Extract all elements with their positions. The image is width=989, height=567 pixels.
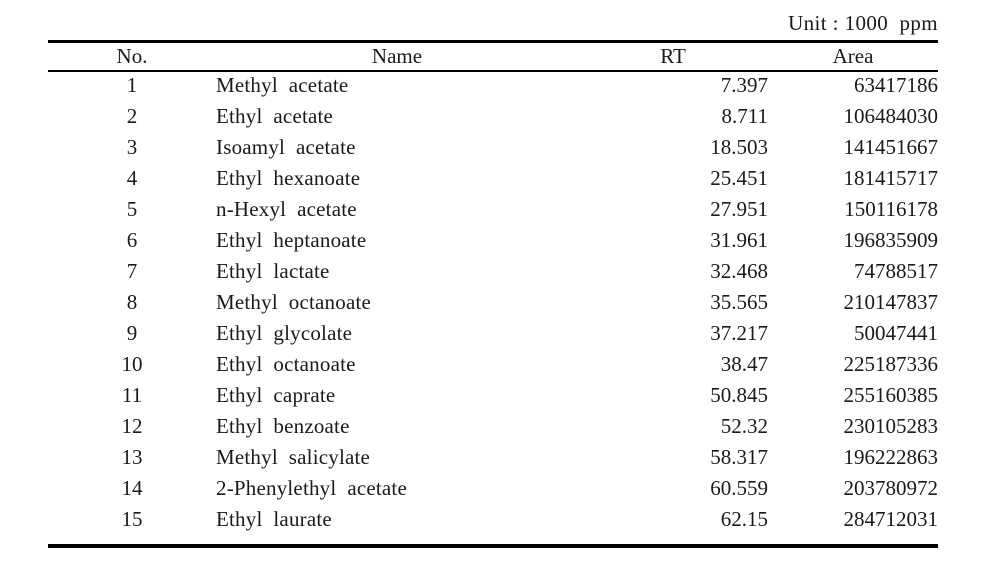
column-header-rt: RT <box>660 44 686 68</box>
cell-name: Ethyl benzoate <box>216 414 350 438</box>
cell-rt: 37.217 <box>710 321 768 345</box>
cell-no: 7 <box>126 259 138 283</box>
table-row: 5 n-Hexyl acetate 27.951 150116178 <box>48 194 938 225</box>
cell-no: 13 <box>121 445 143 469</box>
table-row: 8 Methyl octanoate 35.565 210147837 <box>48 287 938 318</box>
unit-note: Unit : 1000 ppm <box>788 11 938 35</box>
cell-rt: 25.451 <box>710 166 768 190</box>
table-row: 13 Methyl salicylate 58.317 196222863 <box>48 442 939 473</box>
cell-area: 150116178 <box>844 197 938 221</box>
cell-rt: 52.32 <box>720 414 768 438</box>
column-header-area: Area <box>832 44 874 68</box>
table-row: 2 Ethyl acetate 8.711 106484030 <box>48 101 938 132</box>
cell-no: 14 <box>121 476 143 500</box>
table-row: 12 Ethyl benzoate 52.32 230105283 <box>48 411 939 442</box>
cell-rt: 50.845 <box>710 383 768 407</box>
table-row: 6 Ethyl heptanoate 31.961 196835909 <box>48 225 938 256</box>
cell-area: 225187336 <box>843 352 939 376</box>
cell-rt: 7.397 <box>720 73 768 97</box>
cell-no: 1 <box>126 73 138 97</box>
cell-rt: 27.951 <box>710 197 768 221</box>
cell-no: 11 <box>121 383 143 407</box>
cell-area: 50047441 <box>854 321 938 345</box>
table-header: No. Name RT Area <box>48 43 938 70</box>
cell-no: 5 <box>126 197 138 221</box>
cell-name: Ethyl hexanoate <box>216 166 361 190</box>
cell-no: 3 <box>126 135 138 159</box>
table-header-row: No. Name RT Area <box>48 43 938 70</box>
cell-area: 230105283 <box>843 414 939 438</box>
cell-name: Methyl acetate <box>216 73 349 97</box>
column-header-no: No. <box>116 44 148 68</box>
table-row: 3 Isoamyl acetate 18.503 141451667 <box>48 132 938 163</box>
cell-area: 255160385 <box>843 383 939 407</box>
cell-name: Methyl salicylate <box>216 445 371 469</box>
cell-name: 2-Phenylethyl acetate <box>216 476 407 500</box>
cell-rt: 58.317 <box>710 445 768 469</box>
table-row: 10 Ethyl octanoate 38.47 225187336 <box>48 349 939 380</box>
compound-table: No. Name RT Area 1 Methyl acetate 7.397 634… <box>48 43 938 535</box>
table-row: 9 Ethyl glycolate 37.217 50047441 <box>48 318 938 349</box>
cell-area: 203780972 <box>843 476 939 500</box>
cell-area: 196835909 <box>843 228 939 252</box>
cell-area: 74788517 <box>854 259 938 283</box>
table-body: 1 Methyl acetate 7.397 63417186 2 Ethyl aceta… <box>48 70 939 535</box>
cell-rt: 8.711 <box>721 104 768 128</box>
cell-no: 2 <box>126 104 138 128</box>
cell-name: Ethyl lactate <box>216 259 330 283</box>
cell-name: Isoamyl acetate <box>216 135 356 159</box>
table-row: 14 2-Phenylethyl acetate 60.559 203780972 <box>48 473 939 504</box>
cell-no: 10 <box>121 352 143 376</box>
column-header-name: Name <box>371 44 423 68</box>
cell-no: 12 <box>121 414 143 438</box>
table-bottom-rule <box>48 544 938 548</box>
cell-rt: 62.15 <box>720 507 768 531</box>
cell-area: 181415717 <box>843 166 939 190</box>
cell-name: Ethyl octanoate <box>216 352 356 376</box>
cell-area: 106484030 <box>843 104 939 128</box>
table-row: 7 Ethyl lactate 32.468 74788517 <box>48 256 938 287</box>
cell-area: 196222863 <box>843 445 939 469</box>
cell-rt: 31.961 <box>710 228 768 252</box>
table-row: 15 Ethyl laurate 62.15 284712031 <box>48 504 939 535</box>
cell-rt: 32.468 <box>710 259 768 283</box>
table-row: 4 Ethyl hexanoate 25.451 181415717 <box>48 163 938 194</box>
cell-no: 9 <box>126 321 138 345</box>
table-page: Unit : 1000 ppm No. Name RT Area 1 Methyl… <box>0 0 989 567</box>
table-row: 1 Methyl acetate 7.397 63417186 <box>48 70 938 101</box>
cell-no: 4 <box>126 166 138 190</box>
cell-name: Ethyl laurate <box>216 507 332 531</box>
cell-name: Ethyl caprate <box>216 383 336 407</box>
cell-rt: 18.503 <box>710 135 768 159</box>
cell-rt: 38.47 <box>720 352 768 376</box>
cell-area: 210147837 <box>843 290 939 314</box>
cell-area: 284712031 <box>843 507 939 531</box>
cell-name: Ethyl glycolate <box>216 321 353 345</box>
cell-no: 15 <box>121 507 143 531</box>
cell-name: Ethyl heptanoate <box>216 228 367 252</box>
cell-area: 141451667 <box>843 135 939 159</box>
cell-rt: 60.559 <box>710 476 768 500</box>
cell-name: Methyl octanoate <box>216 290 372 314</box>
cell-no: 8 <box>126 290 138 314</box>
cell-name: Ethyl acetate <box>216 104 334 128</box>
table-row: 11 Ethyl caprate 50.845 255160385 <box>48 380 938 411</box>
cell-area: 63417186 <box>854 73 938 97</box>
cell-rt: 35.565 <box>710 290 768 314</box>
cell-no: 6 <box>126 228 138 252</box>
cell-name: n-Hexyl acetate <box>216 197 357 221</box>
